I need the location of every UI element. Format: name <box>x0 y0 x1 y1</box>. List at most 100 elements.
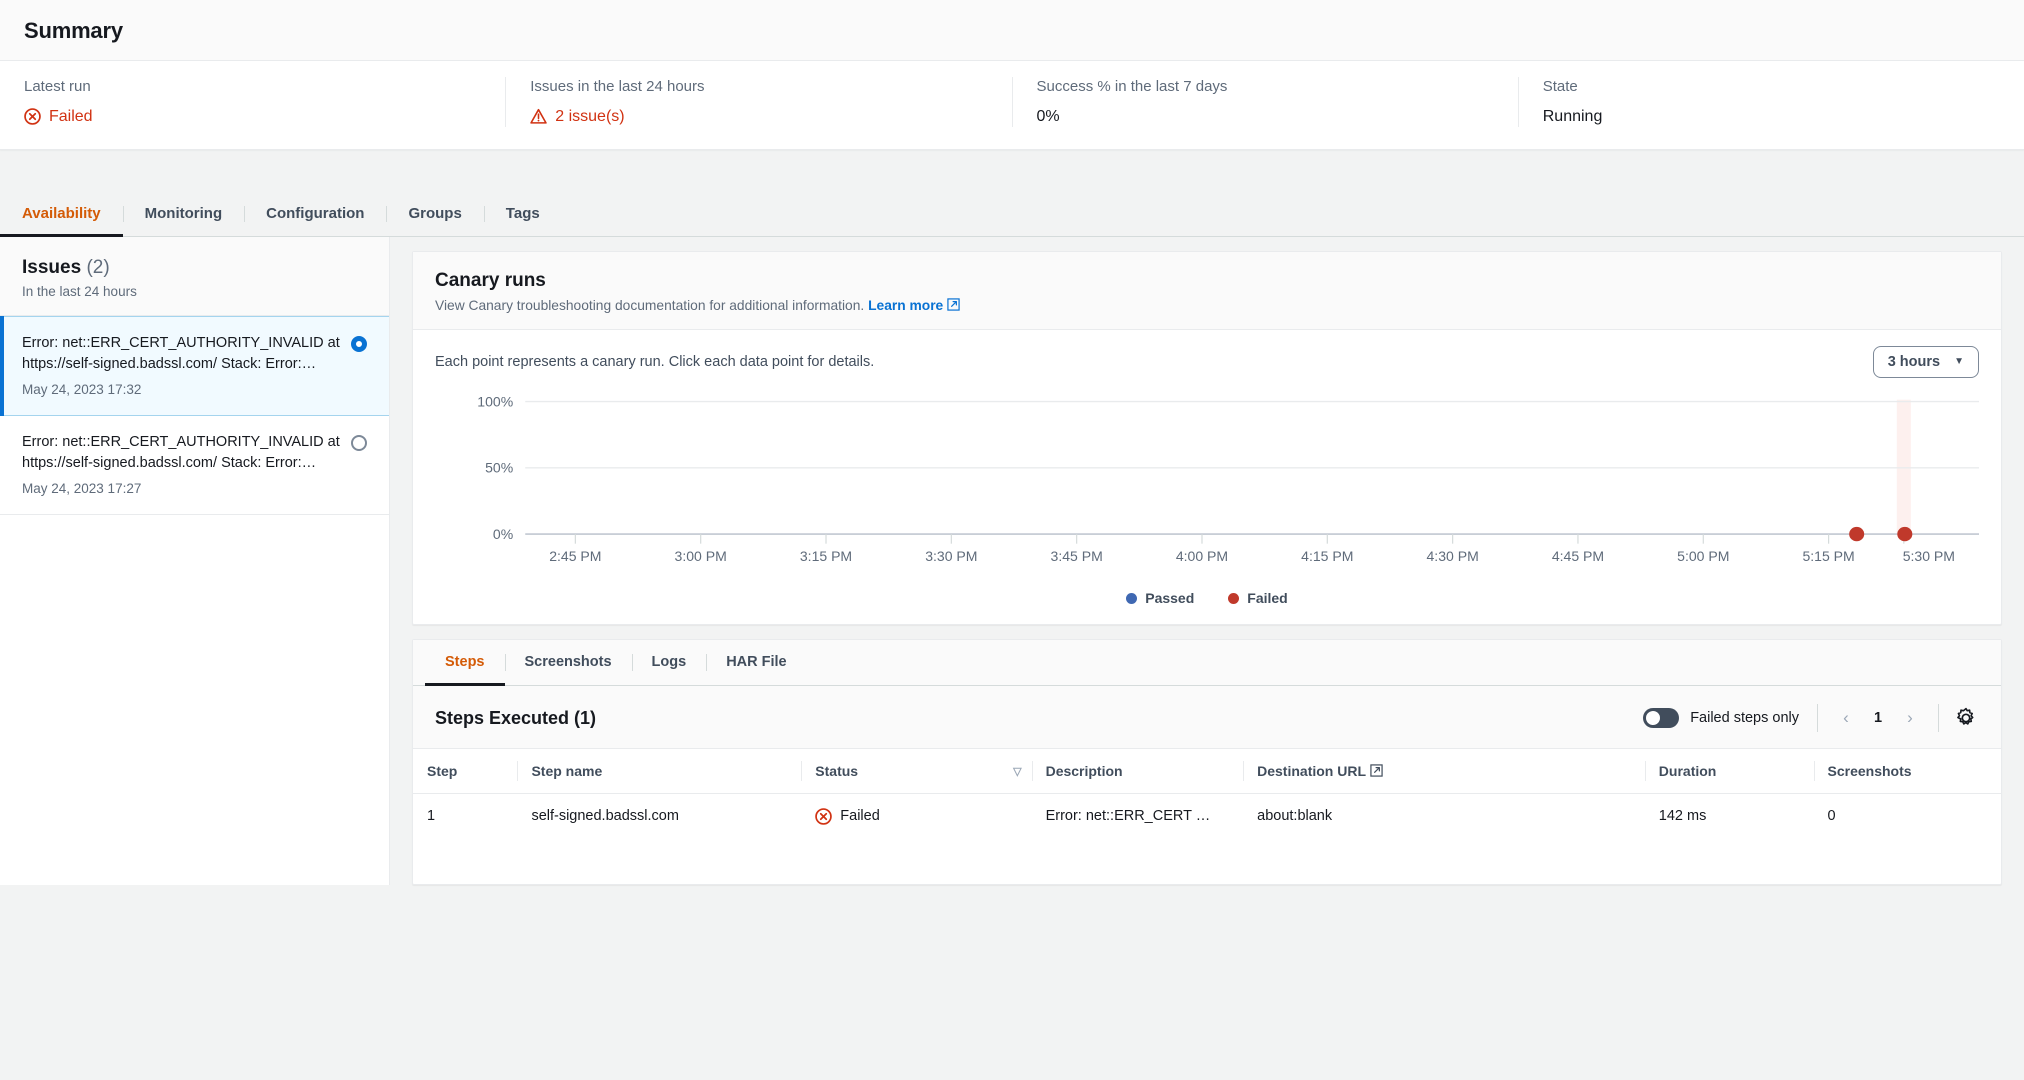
page-title: Summary <box>24 18 2000 44</box>
failed-steps-only-toggle[interactable]: Failed steps only <box>1643 708 1817 728</box>
chart-point-failed[interactable] <box>1897 527 1912 541</box>
steps-tools: Failed steps only ‹ 1 › <box>1643 704 1979 732</box>
next-page-button[interactable]: › <box>1896 704 1924 732</box>
summary-label-issues-24h: Issues in the last 24 hours <box>530 77 987 97</box>
time-range-value: 3 hours <box>1888 354 1940 370</box>
column-header-screenshots[interactable]: Screenshots <box>1814 749 2002 794</box>
status-badge: Failed <box>840 806 880 827</box>
issue-message: Error: net::ERR_CERT_AUTHORITY_INVALID a… <box>22 432 341 474</box>
summary-metrics: Latest run Failed Issues in the last 24 … <box>0 61 2024 149</box>
summary-text-state: Running <box>1543 107 1603 128</box>
summary-text-latest-run: Failed <box>49 107 93 128</box>
issue-timestamp: May 24, 2023 17:32 <box>22 382 341 397</box>
chart-point-failed[interactable] <box>1849 527 1864 541</box>
tab-availability[interactable]: Availability <box>0 192 123 236</box>
summary-cell-state: State Running <box>1519 77 2024 127</box>
issue-radio[interactable] <box>351 435 367 451</box>
column-label-description: Description <box>1046 763 1123 779</box>
column-header-description[interactable]: Description <box>1032 749 1244 794</box>
right-column: Canary runs View Canary troubleshooting … <box>390 237 2024 885</box>
pagination: ‹ 1 › <box>1817 704 1939 732</box>
summary-label-success-rate: Success % in the last 7 days <box>1037 77 1494 97</box>
list-item[interactable]: Error: net::ERR_CERT_AUTHORITY_INVALID a… <box>0 316 389 416</box>
chart-hint: Each point represents a canary run. Clic… <box>435 354 874 370</box>
legend-label-failed: Failed <box>1247 590 1287 606</box>
issue-timestamp: May 24, 2023 17:27 <box>22 481 341 496</box>
svg-text:50%: 50% <box>485 461 513 476</box>
chevron-down-icon: ▼ <box>1954 357 1964 367</box>
summary-value-latest-run: Failed <box>24 107 481 128</box>
learn-more-link[interactable]: Learn more <box>868 298 943 313</box>
chart-highlight-band <box>1897 400 1911 534</box>
failed-steps-only-label: Failed steps only <box>1690 710 1799 726</box>
svg-text:4:00 PM: 4:00 PM <box>1176 550 1228 565</box>
summary-label-state: State <box>1543 77 2000 97</box>
issue-message: Error: net::ERR_CERT_AUTHORITY_INVALID a… <box>22 333 341 375</box>
issues-subtitle: In the last 24 hours <box>22 284 367 299</box>
cell-step: 1 <box>413 794 517 840</box>
summary-header: Summary <box>0 0 2024 61</box>
tab-tags[interactable]: Tags <box>484 192 562 236</box>
chart-svg[interactable]: 100% 50% 0% <box>435 392 1979 584</box>
tab-groups[interactable]: Groups <box>386 192 483 236</box>
svg-text:4:30 PM: 4:30 PM <box>1427 550 1479 565</box>
column-header-destination-url[interactable]: Destination URL <box>1243 749 1645 794</box>
error-circle-icon <box>24 108 41 125</box>
summary-cell-latest-run: Latest run Failed <box>0 77 506 127</box>
svg-text:4:45 PM: 4:45 PM <box>1552 550 1604 565</box>
svg-text:100%: 100% <box>477 395 513 410</box>
subtab-steps[interactable]: Steps <box>425 640 505 685</box>
issues-title-text: Issues <box>22 257 81 278</box>
warning-triangle-icon <box>530 108 547 125</box>
column-header-step[interactable]: Step <box>413 749 517 794</box>
main-tabs: Availability Monitoring Configuration Gr… <box>0 192 2024 237</box>
cell-description: Error: net::ERR_CERT … <box>1032 794 1244 840</box>
chart-legend: Passed Failed <box>413 584 2001 624</box>
steps-table: Step Step name Status ▽ Description Dest… <box>413 748 2001 839</box>
column-label-duration: Duration <box>1659 763 1717 779</box>
summary-value-issues-24h: 2 issue(s) <box>530 107 987 128</box>
summary-cell-success-rate: Success % in the last 7 days 0% <box>1013 77 1519 127</box>
cell-destination-url: about:blank <box>1243 794 1645 840</box>
canary-runs-chart[interactable]: 100% 50% 0% <box>413 384 2001 584</box>
error-circle-icon <box>815 808 832 825</box>
cell-status: Failed <box>801 794 1031 840</box>
tab-configuration[interactable]: Configuration <box>244 192 386 236</box>
legend-dot-failed <box>1228 593 1239 604</box>
column-header-duration[interactable]: Duration <box>1645 749 1814 794</box>
availability-content: Issues (2) In the last 24 hours Error: n… <box>0 237 2024 885</box>
legend-item-passed[interactable]: Passed <box>1126 590 1194 606</box>
steps-table-header: Step Step name Status ▽ Description Dest… <box>413 749 2001 794</box>
canary-runs-card: Canary runs View Canary troubleshooting … <box>412 251 2002 625</box>
column-header-step-name[interactable]: Step name <box>517 749 801 794</box>
svg-text:3:15 PM: 3:15 PM <box>800 550 852 565</box>
issues-count: (2) <box>86 257 109 278</box>
settings-button[interactable] <box>1953 705 1979 731</box>
legend-item-failed[interactable]: Failed <box>1228 590 1287 606</box>
table-row[interactable]: 1 self-signed.badssl.com Failed <box>413 794 2001 840</box>
issue-radio-selected[interactable] <box>351 336 367 352</box>
issues-title: Issues (2) <box>22 257 367 279</box>
time-range-dropdown[interactable]: 3 hours ▼ <box>1873 346 1979 378</box>
svg-text:5:15 PM: 5:15 PM <box>1802 550 1854 565</box>
column-label-screenshots: Screenshots <box>1828 763 1912 779</box>
page-number[interactable]: 1 <box>1866 710 1890 726</box>
summary-value-success-rate: 0% <box>1037 107 1494 128</box>
external-link-icon[interactable] <box>947 298 960 311</box>
subtab-logs[interactable]: Logs <box>632 640 707 685</box>
toggle-switch[interactable] <box>1643 708 1679 728</box>
previous-page-button[interactable]: ‹ <box>1832 704 1860 732</box>
steps-executed-title: Steps Executed (1) <box>435 708 596 729</box>
svg-text:5:30 PM: 5:30 PM <box>1903 550 1955 565</box>
column-header-status[interactable]: Status ▽ <box>801 749 1031 794</box>
summary-cell-issues-24h: Issues in the last 24 hours 2 issue(s) <box>506 77 1012 127</box>
subtab-screenshots[interactable]: Screenshots <box>505 640 632 685</box>
steps-subtabs: Steps Screenshots Logs HAR File <box>413 640 2001 686</box>
cell-duration: 142 ms <box>1645 794 1814 840</box>
tab-monitoring[interactable]: Monitoring <box>123 192 244 236</box>
canary-runs-header: Canary runs View Canary troubleshooting … <box>413 252 2001 330</box>
subtab-har-file[interactable]: HAR File <box>706 640 806 685</box>
table-header-row: Step Step name Status ▽ Description Dest… <box>413 749 2001 794</box>
list-item[interactable]: Error: net::ERR_CERT_AUTHORITY_INVALID a… <box>0 416 389 515</box>
column-label-destination-url: Destination URL <box>1257 763 1366 779</box>
